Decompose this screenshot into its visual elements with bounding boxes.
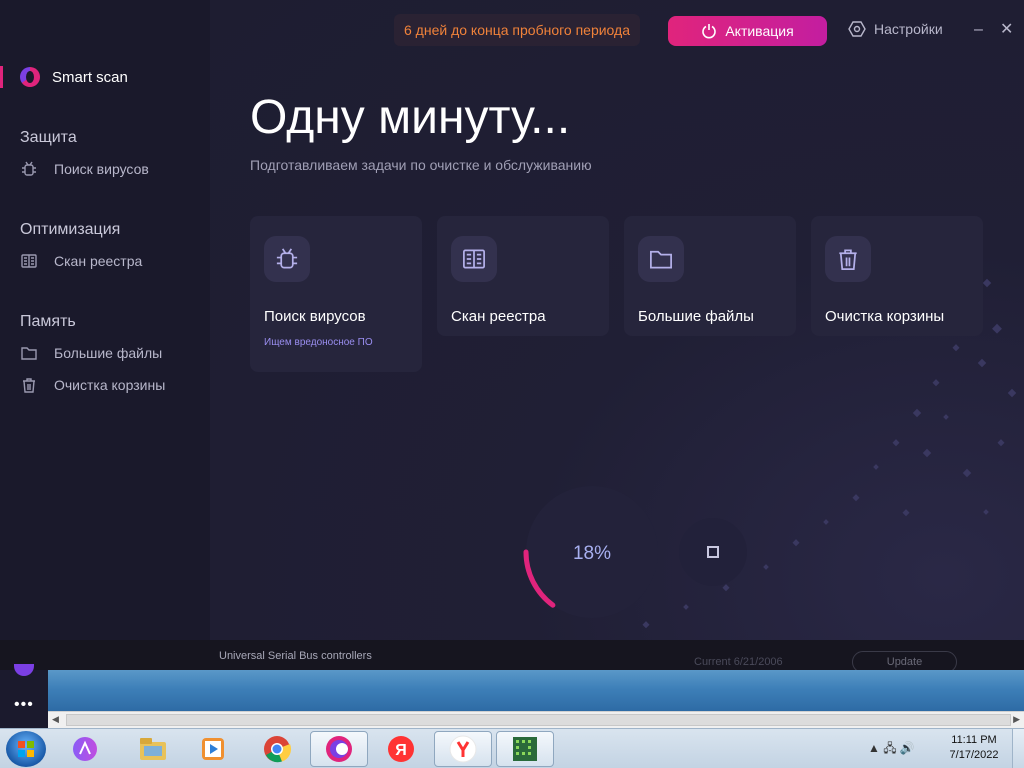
cleaner-app-icon[interactable]: [310, 731, 368, 767]
task-card-label: Очистка корзины: [825, 308, 945, 325]
clock-date: 7/17/2022: [949, 749, 999, 761]
background-window: Universal Serial Bus controllers Current…: [0, 640, 1024, 673]
bug-icon: [264, 236, 310, 282]
desktop-background: [0, 670, 1024, 712]
task-card-trash-cleanup: Очистка корзины: [811, 216, 983, 336]
system-tray[interactable]: ▲ 🖧 🔊: [868, 739, 915, 760]
group-title-protection: Защита: [20, 129, 77, 146]
sidebar-item-label: Очистка корзины: [54, 377, 166, 393]
media-player-icon[interactable]: [184, 731, 242, 767]
sidebar-item-label: Smart scan: [52, 68, 128, 86]
show-desktop-button[interactable]: [1012, 729, 1024, 768]
trash-icon: [20, 376, 38, 394]
windows-logo-icon: [18, 741, 34, 757]
stop-button[interactable]: [679, 518, 747, 586]
activate-label: Активация: [725, 23, 794, 39]
task-card-large-files: Большие файлы: [624, 216, 796, 336]
alice-dock-icon[interactable]: [14, 664, 34, 676]
page-subtitle: Подготавливаем задачи по очистке и обслу…: [250, 157, 592, 173]
device-category-text: Universal Serial Bus controllers: [219, 650, 372, 662]
scroll-left-icon[interactable]: ◀: [52, 714, 59, 725]
task-card-status: Ищем вредоносное ПО: [264, 337, 373, 348]
stop-icon: [707, 546, 719, 558]
folder-icon: [638, 236, 684, 282]
trash-icon: [825, 236, 871, 282]
clock-time: 11:11 PM: [951, 734, 997, 746]
sidebar-item-smart-scan[interactable]: Smart scan: [20, 67, 128, 87]
taskbar: Я ▲ 🖧 🔊 11:11 PM 7/17/2022: [0, 728, 1024, 768]
bug-icon: [20, 160, 38, 178]
power-icon: [702, 24, 717, 39]
progress-percent: 18%: [572, 543, 612, 564]
app-window: Smart scan Защита Поиск вирусов Оптимиза…: [0, 0, 1024, 640]
registry-icon: [20, 252, 38, 270]
app-logo-icon: [20, 67, 40, 87]
yandex-browser-icon[interactable]: [434, 731, 492, 767]
clock[interactable]: 11:11 PM 7/17/2022: [940, 733, 1008, 763]
sidebar-item-registry-scan[interactable]: Скан реестра: [20, 252, 142, 270]
sidebar: Smart scan Защита Поиск вирусов Оптимиза…: [0, 0, 210, 640]
task-card-label: Скан реестра: [451, 308, 546, 325]
task-card-registry-scan: Скан реестра: [437, 216, 609, 336]
page-title: Одну минуту...: [250, 91, 571, 144]
sidebar-item-virus-scan[interactable]: Поиск вирусов: [20, 160, 149, 178]
sidebar-item-label: Поиск вирусов: [54, 161, 149, 177]
task-card-label: Поиск вирусов: [264, 308, 366, 325]
task-card-label: Большие файлы: [638, 308, 754, 325]
sidebar-item-large-files[interactable]: Большие файлы: [20, 344, 162, 362]
start-button[interactable]: [6, 731, 46, 767]
left-dock: •••: [0, 664, 48, 728]
scroll-thumb[interactable]: [66, 714, 1011, 726]
yandex-icon[interactable]: Я: [372, 731, 430, 767]
registry-icon: [451, 236, 497, 282]
group-title-optimization: Оптимизация: [20, 221, 121, 238]
scroll-right-icon[interactable]: ▶: [1013, 714, 1020, 725]
driver-date-text: Current 6/21/2006: [694, 656, 783, 668]
horizontal-scrollbar[interactable]: ◀ ▶: [48, 711, 1024, 728]
svg-text:Я: Я: [395, 742, 407, 759]
close-button[interactable]: ✕: [1000, 20, 1013, 40]
explorer-icon[interactable]: [124, 731, 182, 767]
sidebar-item-label: Большие файлы: [54, 345, 163, 361]
settings-label: Настройки: [874, 21, 943, 37]
folder-icon: [20, 344, 38, 362]
gear-icon: [848, 21, 866, 37]
minimize-button[interactable]: –: [974, 20, 983, 40]
chrome-icon[interactable]: [248, 731, 306, 767]
alice-icon[interactable]: [56, 731, 114, 767]
sidebar-item-label: Скан реестра: [54, 253, 143, 269]
group-title-memory: Память: [20, 313, 76, 330]
sidebar-item-trash-cleanup[interactable]: Очистка корзины: [20, 376, 165, 394]
grid-app-icon[interactable]: [496, 731, 554, 767]
settings-button[interactable]: Настройки: [848, 20, 943, 38]
active-indicator: [0, 66, 3, 88]
task-card-virus-scan: Поиск вирусов Ищем вредоносное ПО: [250, 216, 422, 372]
more-icon[interactable]: •••: [14, 696, 34, 714]
trial-banner[interactable]: 6 дней до конца пробного периода: [394, 14, 640, 46]
activate-button[interactable]: Активация: [668, 16, 827, 46]
